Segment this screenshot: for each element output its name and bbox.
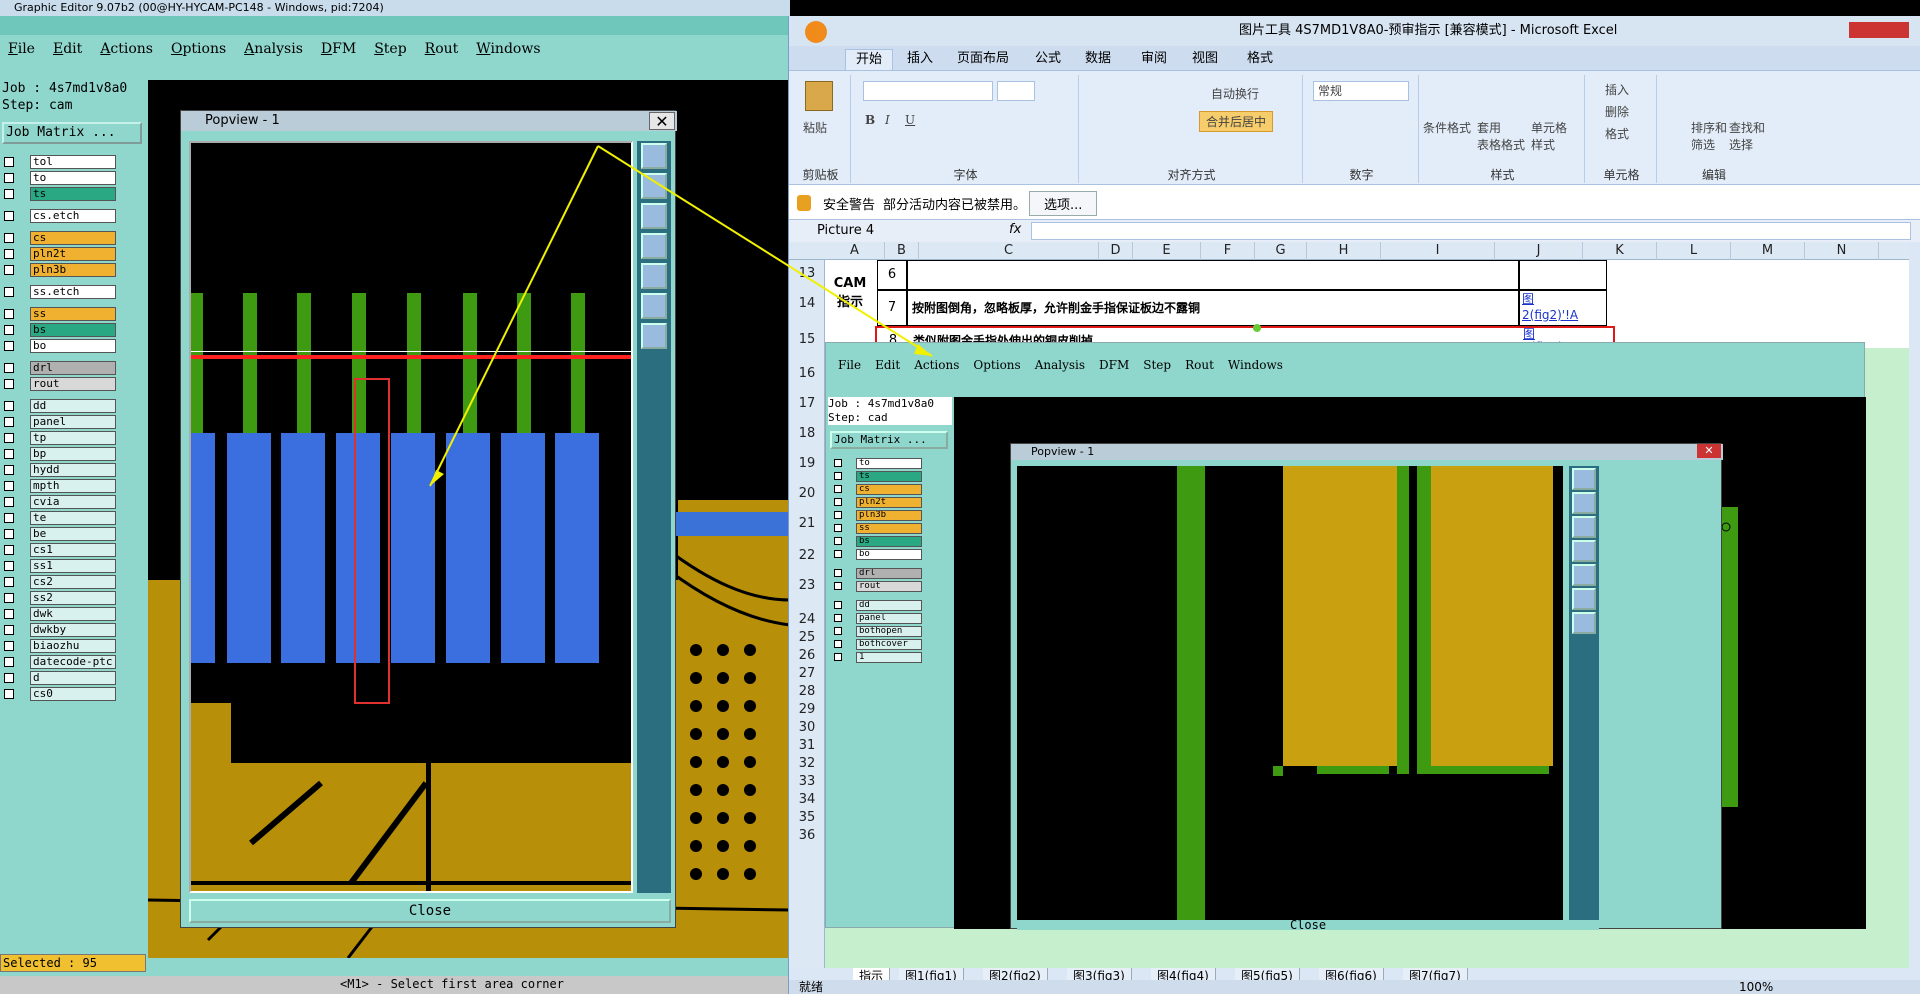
annotation-arrows: [429, 145, 933, 487]
